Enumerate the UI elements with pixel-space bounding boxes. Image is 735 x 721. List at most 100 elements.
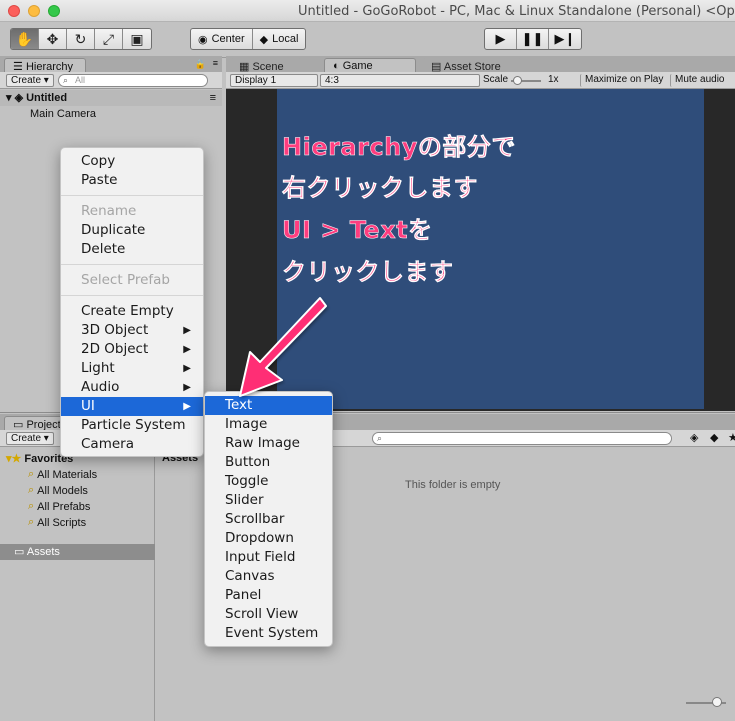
submenu-item-event-system[interactable]: Event System: [205, 624, 332, 643]
favorite-item[interactable]: ⌕ All Models: [28, 484, 88, 497]
menu-item-delete[interactable]: Delete: [61, 240, 203, 259]
annotation-line: UI > Textを: [282, 216, 433, 245]
search-icon: ⌕: [63, 75, 69, 85]
submenu-item-dropdown[interactable]: Dropdown: [205, 529, 332, 548]
scene-menu-icon[interactable]: ≡: [210, 90, 216, 106]
submenu-item-image[interactable]: Image: [205, 415, 332, 434]
panel-menu-icon[interactable]: ≡: [213, 58, 218, 68]
scale-slider-thumb[interactable]: [513, 76, 522, 85]
search-icon: ⌕: [28, 500, 35, 512]
annotation-line: 右クリックします: [282, 174, 478, 203]
menu-item-particle-system[interactable]: Particle System: [61, 416, 203, 435]
menu-item-camera[interactable]: Camera: [61, 435, 203, 454]
maximize-on-play-toggle[interactable]: Maximize on Play: [580, 74, 668, 87]
aspect-dropdown[interactable]: 4:3: [320, 74, 480, 87]
hand-tool-icon[interactable]: ✋: [11, 29, 39, 49]
step-button[interactable]: ▶❙: [549, 29, 581, 49]
cube-icon: ◆: [259, 33, 269, 46]
submenu-item-text[interactable]: Text: [205, 396, 332, 415]
zoom-slider-thumb[interactable]: [712, 697, 722, 707]
scale-value: 1x: [548, 74, 559, 85]
pivot-toggles: ◉ Center ◆ Local: [190, 28, 307, 50]
submenu-item-toggle[interactable]: Toggle: [205, 472, 332, 491]
menu-item-copy[interactable]: Copy: [61, 152, 203, 171]
project-search-input[interactable]: ⌕: [372, 432, 672, 445]
submenu-item-panel[interactable]: Panel: [205, 586, 332, 605]
hierarchy-subbar: Create ▾ ⌕ All: [0, 72, 222, 89]
menu-item-duplicate[interactable]: Duplicate: [61, 221, 203, 240]
search-icon: ⌕: [28, 468, 35, 480]
hierarchy-context-menu: Copy Paste Rename Duplicate Delete Selec…: [60, 147, 204, 457]
pivot-center-toggle[interactable]: ◉ Center: [191, 29, 253, 49]
search-icon: ⌕: [377, 433, 383, 443]
display-dropdown[interactable]: Display 1: [230, 74, 318, 87]
star-icon: ▾★: [6, 453, 22, 465]
hierarchy-create-button[interactable]: Create ▾: [6, 74, 54, 87]
submenu-arrow-icon: ▶: [183, 382, 191, 393]
menu-item-audio[interactable]: Audio ▶: [61, 378, 203, 397]
game-subbar: Display 1 4:3 Scale 1x Maximize on Play …: [226, 72, 735, 89]
window-title: Untitled - GoGoRobot - PC, Mac & Linux S…: [298, 4, 735, 19]
menu-item-paste[interactable]: Paste: [61, 171, 203, 190]
menu-item-rename: Rename: [81, 203, 137, 219]
lock-icon[interactable]: 🔒: [195, 59, 206, 70]
scene-row[interactable]: ▾ ◈ Untitled ≡: [0, 90, 222, 106]
menu-item-create-empty[interactable]: Create Empty: [61, 302, 203, 321]
favorite-item[interactable]: ⌕ All Materials: [28, 468, 97, 481]
favorite-item[interactable]: ⌕ All Prefabs: [28, 500, 90, 513]
pivot-label: Center: [211, 33, 245, 45]
window-minimize-button[interactable]: [28, 5, 40, 17]
menu-item-ui[interactable]: UI ▶: [61, 397, 203, 416]
menu-separator: [61, 295, 203, 296]
folder-icon: ▭: [14, 546, 25, 558]
game-pacman-icon: ◐: [333, 60, 340, 72]
menu-separator: [61, 195, 203, 196]
hierarchy-item[interactable]: Main Camera: [30, 108, 96, 120]
play-controls: ▶ ❚❚ ▶❙: [484, 28, 582, 50]
pivot-icon: ◉: [198, 33, 208, 46]
favorite-star-icon[interactable]: ★: [728, 431, 735, 444]
rotate-tool-icon[interactable]: ↻: [67, 29, 95, 49]
submenu-item-input-field[interactable]: Input Field: [205, 548, 332, 567]
scale-label: Scale: [483, 74, 509, 85]
submenu-arrow-icon: ▶: [183, 325, 191, 336]
window-title-bar: Untitled - GoGoRobot - PC, Mac & Linux S…: [0, 0, 735, 22]
menu-separator: [61, 264, 203, 265]
search-icon: ⌕: [28, 516, 35, 528]
filter-type-icon[interactable]: ◈: [690, 431, 698, 444]
submenu-item-slider[interactable]: Slider: [205, 491, 332, 510]
move-tool-icon[interactable]: ✥: [39, 29, 67, 49]
pivot-local-toggle[interactable]: ◆ Local: [253, 29, 306, 49]
assets-folder-item[interactable]: ▭ Assets: [0, 544, 155, 560]
submenu-item-canvas[interactable]: Canvas: [205, 567, 332, 586]
menu-item-2d-object[interactable]: 2D Object ▶: [61, 340, 203, 359]
pause-button[interactable]: ❚❚: [517, 29, 549, 49]
transform-tools: ✋ ✥ ↻ ⤢ ▣: [10, 28, 152, 50]
project-create-button[interactable]: Create ▾: [6, 432, 54, 445]
annotation-line: Hierarchyの部分で: [282, 133, 516, 162]
space-label: Local: [272, 33, 299, 45]
menu-item-light[interactable]: Light ▶: [61, 359, 203, 378]
filter-label-icon[interactable]: ◆: [710, 431, 718, 444]
main-toolbar: ✋ ✥ ↻ ⤢ ▣ ◉ Center ◆ Local ▶ ❚❚ ▶❙: [0, 22, 735, 58]
submenu-arrow-icon: ▶: [183, 401, 191, 412]
window-close-button[interactable]: [8, 5, 20, 17]
hierarchy-search-input[interactable]: ⌕ All: [58, 74, 208, 87]
search-icon: ⌕: [28, 484, 35, 496]
favorite-item[interactable]: ⌕ All Scripts: [28, 516, 86, 529]
submenu-item-button[interactable]: Button: [205, 453, 332, 472]
submenu-item-scrollbar[interactable]: Scrollbar: [205, 510, 332, 529]
submenu-arrow-icon: ▶: [183, 363, 191, 374]
rect-tool-icon[interactable]: ▣: [123, 29, 151, 49]
submenu-arrow-icon: ▶: [183, 344, 191, 355]
submenu-item-raw-image[interactable]: Raw Image: [205, 434, 332, 453]
play-button[interactable]: ▶: [485, 29, 517, 49]
menu-item-select-prefab: Select Prefab: [81, 272, 170, 288]
mute-audio-toggle[interactable]: Mute audio: [670, 74, 730, 87]
project-tree: ▾★ Favorites ⌕ All Materials ⌕ All Model…: [0, 448, 155, 721]
window-maximize-button[interactable]: [48, 5, 60, 17]
ui-submenu: Text Image Raw Image Button Toggle Slide…: [204, 391, 333, 647]
menu-item-3d-object[interactable]: 3D Object ▶: [61, 321, 203, 340]
submenu-item-scroll-view[interactable]: Scroll View: [205, 605, 332, 624]
scale-tool-icon[interactable]: ⤢: [95, 29, 123, 49]
